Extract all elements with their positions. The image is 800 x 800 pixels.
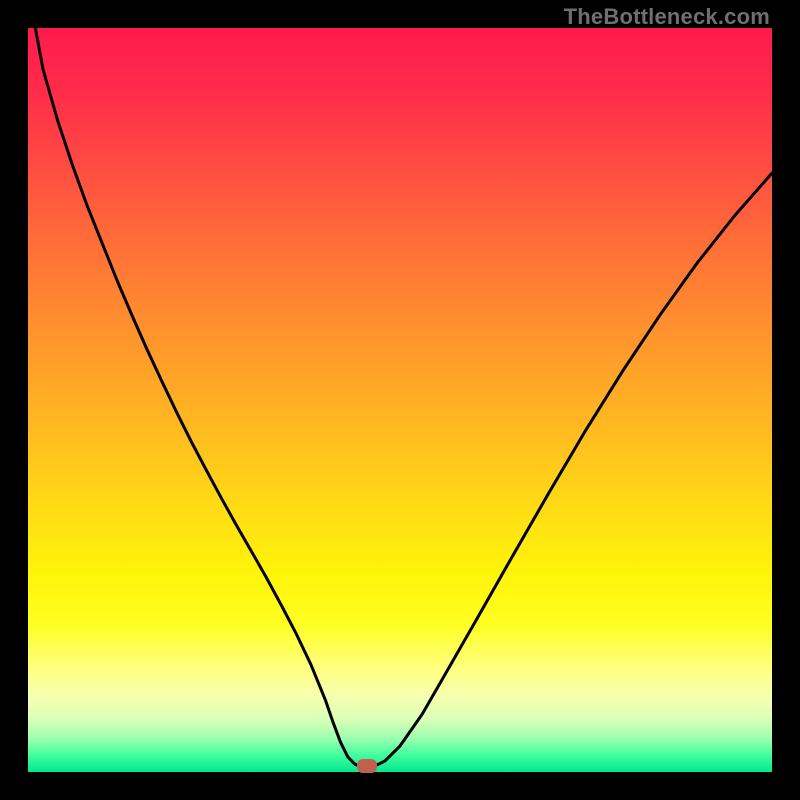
watermark-text: TheBottleneck.com [564, 4, 770, 30]
optimal-marker [357, 759, 377, 773]
chart-frame: TheBottleneck.com [0, 0, 800, 800]
plot-area [28, 28, 772, 772]
bottleneck-curve [28, 28, 772, 772]
